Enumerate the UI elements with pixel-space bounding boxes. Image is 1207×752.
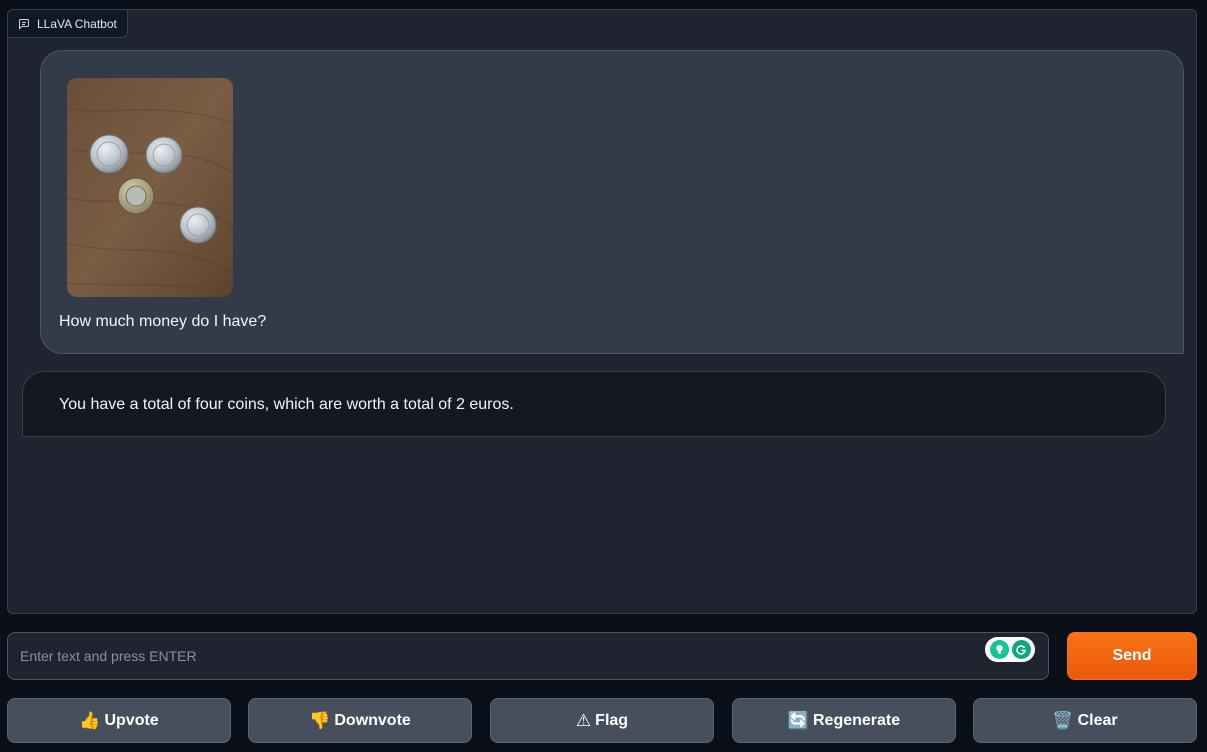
message-input-box xyxy=(7,632,1049,680)
coins-photo[interactable] xyxy=(67,78,233,297)
upvote-button[interactable]: 👍 Upvote xyxy=(7,698,231,743)
user-message: How much money do I have? xyxy=(40,50,1184,354)
refresh-icon: 🔄 xyxy=(787,710,809,730)
regenerate-button[interactable]: 🔄 Regenerate xyxy=(732,698,956,743)
downvote-button[interactable]: 👎 Downvote xyxy=(248,698,472,743)
flag-button[interactable]: ⚠ Flag xyxy=(490,698,714,743)
bot-message: You have a total of four coins, which ar… xyxy=(22,371,1166,437)
chatbot-panel: LLaVA Chatbot How much money do I have? … xyxy=(7,9,1197,614)
send-button[interactable]: Send xyxy=(1067,632,1197,680)
upvote-label: Upvote xyxy=(104,711,159,729)
clear-button[interactable]: 🗑️ Clear xyxy=(973,698,1197,743)
downvote-label: Downvote xyxy=(334,711,411,729)
flag-label: Flag xyxy=(595,711,629,729)
chat-bubble-icon xyxy=(18,18,30,30)
thumbs-down-icon: 👎 xyxy=(309,710,331,730)
grammarly-widget[interactable] xyxy=(985,637,1035,662)
chatbot-label-text: LLaVA Chatbot xyxy=(37,16,117,31)
thumbs-up-icon: 👍 xyxy=(79,710,101,730)
lightbulb-icon[interactable] xyxy=(989,640,1009,659)
clear-label: Clear xyxy=(1077,711,1118,729)
message-input[interactable] xyxy=(8,633,968,679)
trash-icon: 🗑️ xyxy=(1052,710,1074,730)
regenerate-label: Regenerate xyxy=(813,711,901,729)
warning-icon: ⚠ xyxy=(575,710,592,730)
user-message-text: How much money do I have? xyxy=(59,313,267,330)
bot-message-text: You have a total of four coins, which ar… xyxy=(59,396,514,413)
chatbot-label: LLaVA Chatbot xyxy=(8,10,128,38)
grammarly-g-icon[interactable] xyxy=(1011,640,1031,659)
